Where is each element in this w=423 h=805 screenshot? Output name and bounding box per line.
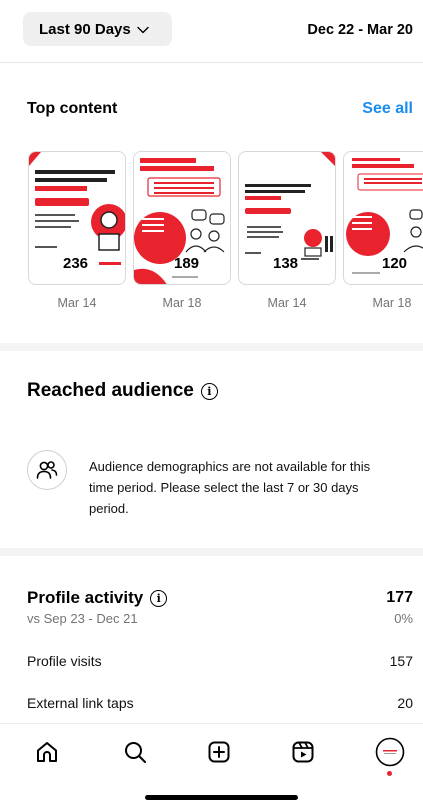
- card-reach-count: 236: [63, 255, 89, 272]
- top-content-carousel[interactable]: 236 189 138 120 Mar 14 Mar 18 Mar 14 Mar…: [28, 151, 423, 321]
- card-date: Mar 14: [57, 296, 97, 310]
- audience-icon: [27, 450, 67, 490]
- card-date: Mar 18: [162, 296, 202, 310]
- content-card[interactable]: 138: [238, 151, 336, 285]
- content-card[interactable]: 189: [133, 151, 231, 285]
- card-reach-count: 120: [382, 255, 408, 272]
- info-icon[interactable]: i: [200, 382, 218, 400]
- home-indicator: [145, 795, 298, 800]
- metric-label: External link taps: [27, 695, 134, 711]
- bottom-tab-bar: [0, 723, 423, 805]
- info-icon[interactable]: i: [150, 589, 168, 607]
- see-all-link[interactable]: See all: [362, 100, 413, 118]
- reels-icon[interactable]: [287, 736, 319, 768]
- profile-avatar[interactable]: [374, 736, 406, 768]
- card-reach-count: 189: [174, 255, 200, 272]
- date-range-text: Dec 22 - Mar 20: [307, 22, 413, 38]
- section-divider: [0, 548, 423, 556]
- chevron-down-icon: [137, 21, 149, 38]
- metric-label: Profile visits: [27, 653, 102, 669]
- card-reach-count: 138: [273, 255, 299, 272]
- notification-dot: [387, 771, 392, 776]
- profile-activity-title-text: Profile activity: [27, 588, 144, 607]
- metric-value: 20: [397, 695, 413, 711]
- profile-activity-comparison: vs Sep 23 - Dec 21: [27, 611, 138, 626]
- top-content-title: Top content: [27, 100, 118, 117]
- audience-unavailable-message: Audience demographics are not available …: [89, 459, 371, 516]
- section-divider: [0, 343, 423, 351]
- content-card[interactable]: 236: [28, 151, 126, 285]
- card-date: Mar 14: [267, 296, 307, 310]
- reached-audience-title: Reached audience i: [27, 380, 218, 402]
- header-divider: [0, 62, 423, 63]
- date-range-dropdown[interactable]: Last 90 Days: [23, 12, 172, 46]
- profile-activity-title: Profile activity i: [27, 588, 168, 608]
- card-date: Mar 18: [372, 296, 412, 310]
- search-icon[interactable]: [119, 736, 151, 768]
- create-icon[interactable]: [203, 736, 235, 768]
- profile-activity-change: 0%: [394, 611, 413, 626]
- content-card[interactable]: 120: [343, 151, 423, 285]
- profile-activity-total: 177: [386, 589, 413, 606]
- home-icon[interactable]: [31, 736, 63, 768]
- metric-value: 157: [389, 653, 413, 669]
- reached-audience-title-text: Reached audience: [27, 380, 194, 401]
- top-bar: Last 90 Days Dec 22 - Mar 20: [0, 0, 423, 62]
- date-range-dropdown-label: Last 90 Days: [39, 20, 131, 38]
